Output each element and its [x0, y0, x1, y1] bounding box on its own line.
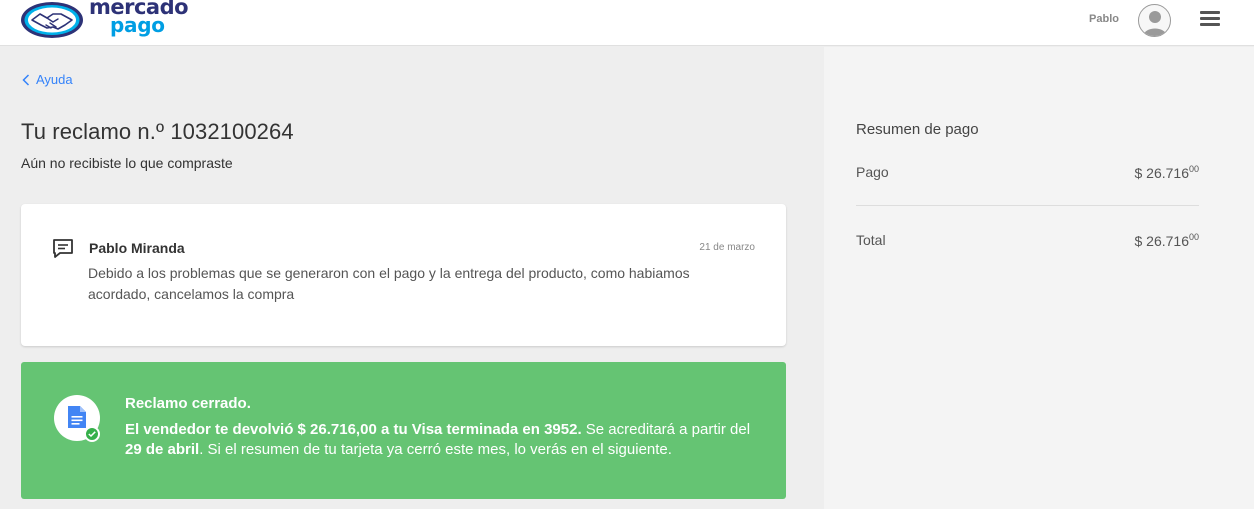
hamburger-menu-icon[interactable] — [1200, 11, 1220, 29]
user-avatar-icon[interactable] — [1138, 4, 1171, 37]
summary-label: Pago — [856, 164, 889, 180]
logo-wordmark: mercado pago — [89, 0, 189, 35]
summary-amount: $ 26.71600 — [1134, 164, 1199, 181]
summary-label: Total — [856, 232, 886, 248]
summary-divider — [856, 205, 1199, 206]
message-date: 21 de marzo — [699, 242, 755, 253]
top-header: mercado pago Pablo — [0, 0, 1254, 46]
status-text-part2: . Si el resumen de tu tarjeta ya cerró e… — [199, 441, 672, 458]
back-to-help-link[interactable]: Ayuda — [22, 72, 73, 87]
check-badge-icon — [84, 426, 100, 442]
payment-summary-panel: Resumen de pago Pago $ 26.71600 Total $ … — [824, 47, 1254, 509]
user-name[interactable]: Pablo — [1089, 13, 1119, 25]
summary-row-payment: Pago $ 26.71600 — [856, 164, 1199, 181]
document-check-icon — [54, 395, 100, 442]
back-link-label: Ayuda — [36, 72, 73, 87]
summary-amount: $ 26.71600 — [1134, 232, 1199, 249]
chat-bubble-icon — [53, 239, 73, 258]
status-message: El vendedor te devolvió $ 26.716,00 a tu… — [125, 420, 765, 460]
page-subtitle: Aún no recibiste lo que compraste — [21, 155, 233, 171]
refund-amount-text: El vendedor te devolvió $ 26.716,00 a tu… — [125, 421, 582, 438]
status-text-part1: Se acreditará a partir del — [581, 421, 751, 438]
message-body: Debido a los problemas que se generaron … — [88, 265, 690, 302]
summary-row-total: Total $ 26.71600 — [856, 232, 1199, 249]
status-title: Reclamo cerrado. — [125, 395, 251, 412]
summary-title: Resumen de pago — [856, 121, 979, 138]
claim-status-banner: Reclamo cerrado. El vendedor te devolvió… — [21, 362, 786, 499]
handshake-logo-icon — [21, 2, 83, 38]
chevron-left-icon — [22, 73, 30, 86]
page-title: Tu reclamo n.º 1032100264 — [21, 119, 294, 144]
mercado-pago-logo[interactable]: mercado pago — [20, 0, 190, 42]
message-card: Pablo Miranda 21 de marzo Debido a los p… — [21, 204, 786, 346]
credit-date-text: 29 de abril — [125, 441, 200, 458]
message-author: Pablo Miranda — [89, 240, 185, 256]
